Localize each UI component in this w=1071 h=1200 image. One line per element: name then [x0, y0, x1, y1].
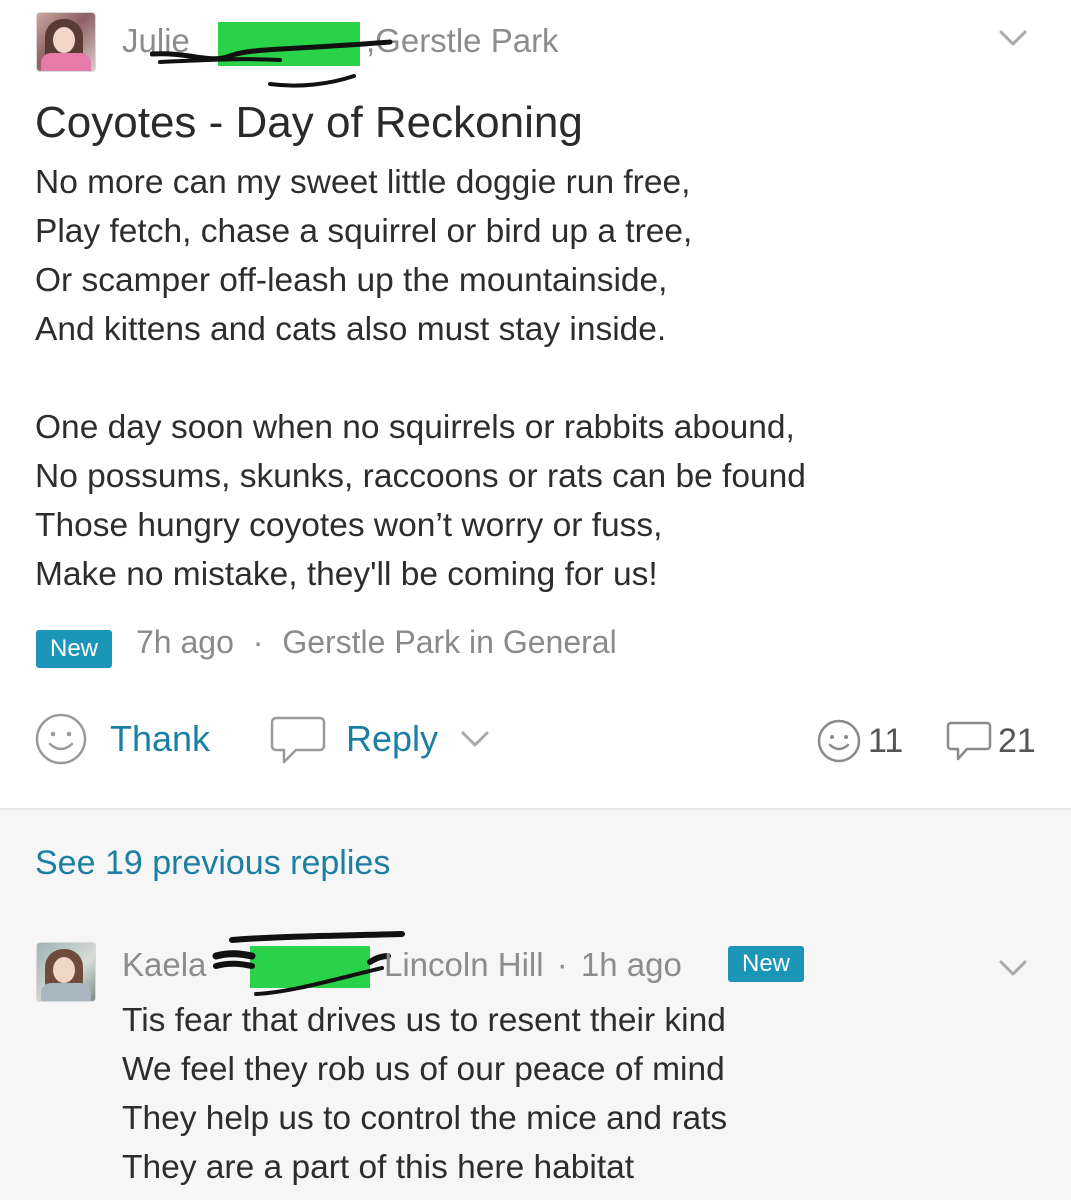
reply-author-first-name[interactable]: Kaela — [122, 946, 206, 984]
post-body: No more can my sweet little doggie run f… — [35, 158, 806, 599]
chevron-down-icon[interactable] — [998, 28, 1028, 48]
post-card: Julie ,Gerstle Park Coyotes - Day of Rec… — [0, 0, 1071, 808]
post-location[interactable]: Gerstle Park in General — [282, 624, 616, 660]
author-neighborhood[interactable]: Gerstle Park — [375, 22, 558, 59]
post-title: Coyotes - Day of Reckoning — [35, 98, 583, 147]
thanks-count-value: 11 — [868, 721, 904, 760]
smiley-icon — [35, 713, 87, 765]
reply-line: Tis fear that drives us to resent their … — [122, 1002, 726, 1039]
meta-dot: · — [556, 946, 568, 983]
reply-line: They are a part of this here habitat — [122, 1149, 635, 1186]
thanks-count[interactable]: 11 — [816, 718, 903, 764]
replies-count-value: 21 — [998, 721, 1036, 760]
post-line: And kittens and cats also must stay insi… — [35, 311, 667, 348]
reply-time: 1h ago — [580, 946, 682, 983]
post-meta: 7h ago · Gerstle Park in General — [136, 624, 617, 661]
speech-bubble-icon — [270, 716, 326, 764]
post-line: No more can my sweet little doggie run f… — [35, 164, 691, 201]
reply-meta: Lincoln Hill · 1h ago — [384, 946, 682, 984]
post-line: Or scamper off-leash up the mountainside… — [35, 262, 668, 299]
post-line: Those hungry coyotes won’t worry or fuss… — [35, 507, 663, 544]
new-badge: New — [728, 946, 804, 982]
redaction-scribble — [150, 39, 393, 88]
post-line-blank — [35, 354, 806, 403]
reply-body: Tis fear that drives us to resent their … — [122, 996, 727, 1192]
thank-label: Thank — [110, 718, 211, 759]
reply-button[interactable]: Reply — [270, 712, 490, 766]
reply-author-avatar[interactable] — [36, 942, 96, 1002]
post-line: Play fetch, chase a squirrel or bird up … — [35, 213, 693, 250]
post-line: No possums, skunks, raccoons or rats can… — [35, 458, 806, 495]
reply-line: We feel they rob us of our peace of mind — [122, 1051, 725, 1088]
post-line: One day soon when no squirrels or rabbit… — [35, 409, 795, 446]
reply-neighborhood[interactable]: Lincoln Hill — [384, 946, 544, 983]
reply-label: Reply — [346, 718, 439, 759]
smiley-icon — [817, 719, 861, 763]
chevron-down-icon[interactable] — [998, 958, 1028, 978]
speech-bubble-icon — [946, 721, 992, 761]
thank-button[interactable]: Thank — [34, 712, 210, 766]
new-badge: New — [36, 630, 112, 668]
chevron-down-icon[interactable] — [460, 729, 490, 749]
author-avatar[interactable] — [36, 12, 96, 72]
meta-dot: · — [252, 624, 264, 660]
reply-line: They help us to control the mice and rat… — [122, 1100, 728, 1137]
replies-count[interactable]: 21 — [946, 718, 1036, 764]
redaction-scribble — [212, 931, 405, 996]
post-line: Make no mistake, they'll be coming for u… — [35, 556, 658, 593]
see-previous-replies-link[interactable]: See 19 previous replies — [35, 844, 390, 883]
post-time: 7h ago — [136, 624, 234, 660]
